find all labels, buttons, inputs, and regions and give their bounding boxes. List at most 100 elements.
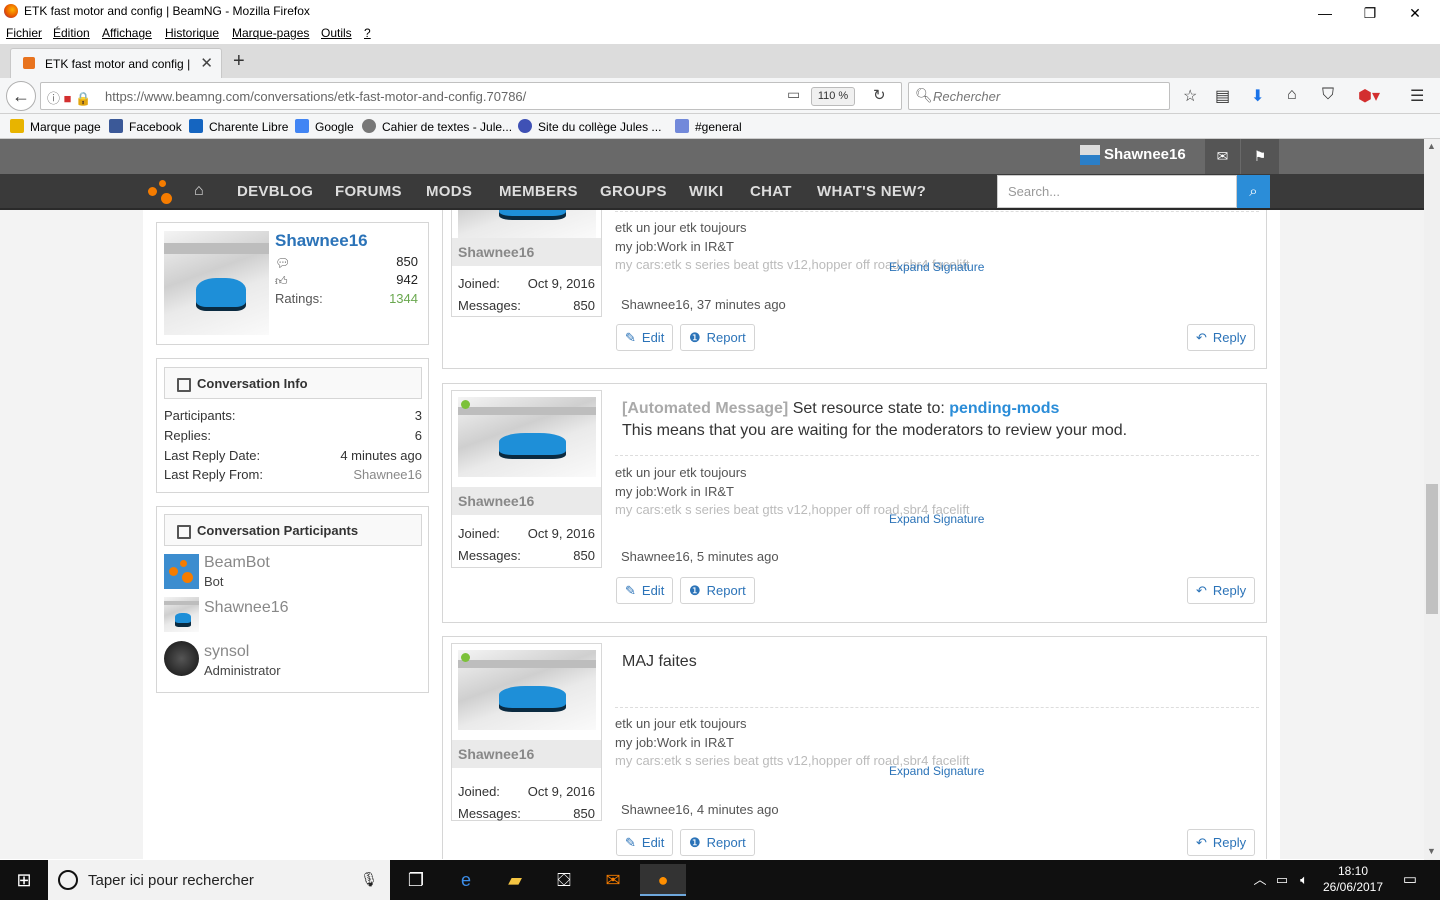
page-scrollbar[interactable]: ▲ ▼ — [1424, 139, 1440, 860]
message-meta[interactable]: Shawnee16, 4 minutes ago — [621, 802, 779, 817]
beambot-avatar[interactable] — [164, 554, 199, 589]
bookmark-cahier-de-textes[interactable]: Cahier de textes - Jule... — [362, 119, 512, 134]
last-reply-user-link[interactable]: Shawnee16 — [353, 467, 422, 482]
reply-button[interactable]: ↶ Reply — [1187, 829, 1256, 856]
report-button[interactable]: ❶ Report — [680, 829, 755, 856]
profile-avatar[interactable] — [164, 231, 269, 335]
mail-app-icon[interactable]: ✉ — [593, 864, 633, 896]
report-button[interactable]: ❶ Report — [680, 577, 755, 604]
menu-outils[interactable]: Outils — [321, 26, 352, 40]
menu-marque-pages[interactable]: Marque-pages — [232, 26, 309, 40]
reply-button[interactable]: ↶ Reply — [1187, 577, 1256, 604]
menu-edition[interactable]: Édition — [53, 26, 90, 40]
library-icon[interactable]: ▤ — [1215, 86, 1230, 106]
home-icon[interactable]: ⌂ — [1287, 86, 1297, 104]
pencil-icon: ✎ — [625, 835, 636, 850]
adblock-icon[interactable]: ⬢▾ — [1358, 86, 1380, 106]
participant-name[interactable]: synsol — [204, 643, 249, 661]
edit-button[interactable]: ✎ Edit — [616, 577, 674, 604]
reload-icon[interactable]: ↻ — [873, 86, 886, 104]
alerts-flag-icon[interactable]: ⚑ — [1241, 139, 1279, 174]
bookmark-star-icon[interactable]: ☆ — [1183, 86, 1197, 106]
url-bar[interactable]: ⓘ ■ 🔒 https://www.beamng.com/conversatio… — [40, 82, 902, 110]
message-avatar[interactable] — [458, 650, 596, 730]
site-search-button[interactable]: ⌕ — [1237, 175, 1270, 208]
task-view-icon[interactable]: ❐ — [396, 864, 436, 896]
back-button[interactable]: ← — [6, 81, 36, 111]
download-icon[interactable]: ⬇ — [1251, 86, 1264, 106]
message-avatar[interactable] — [458, 210, 596, 238]
hamburger-menu-icon[interactable]: ☰ — [1410, 86, 1424, 106]
home-icon[interactable]: ⌂ — [194, 182, 204, 200]
report-button[interactable]: ❶ Report — [680, 324, 755, 351]
scroll-up-icon[interactable]: ▲ — [1427, 141, 1436, 151]
reply-button[interactable]: ↶ Reply — [1187, 324, 1256, 351]
synsol-avatar[interactable] — [164, 641, 199, 676]
pocket-icon[interactable]: ⛉ — [1322, 86, 1334, 104]
edge-icon[interactable]: e — [446, 864, 486, 896]
shawnee16-avatar[interactable] — [164, 597, 199, 632]
maximize-button[interactable]: ❐ — [1347, 0, 1393, 23]
taskbar-clock[interactable]: 18:10 26/06/2017 — [1318, 863, 1388, 895]
bookmark-general[interactable]: #general — [675, 119, 742, 134]
menu-help[interactable]: ? — [364, 26, 371, 40]
file-explorer-icon[interactable]: ▰ — [495, 864, 535, 896]
nav-groups[interactable]: GROUPS — [600, 183, 667, 200]
beamng-logo[interactable] — [148, 180, 174, 204]
reader-view-icon[interactable]: ▭ — [787, 86, 800, 103]
store-icon[interactable]: ⛋ — [544, 864, 584, 896]
message-author[interactable]: Shawnee16 — [452, 487, 601, 515]
nav-mods[interactable]: MODS — [426, 183, 472, 200]
browser-search-field[interactable]: 🔍︎ Rechercher — [908, 82, 1170, 110]
windows-start-icon[interactable]: ⊞ — [0, 860, 48, 900]
minimize-button[interactable]: — — [1302, 0, 1348, 23]
menu-historique[interactable]: Historique — [165, 26, 219, 40]
site-identity-icon[interactable]: ⓘ ■ 🔒 — [47, 88, 91, 107]
expand-signature-link[interactable]: Expand Signature — [889, 764, 984, 778]
menu-fichier[interactable]: Fichier — [6, 26, 42, 40]
zoom-indicator[interactable]: 110 % — [811, 87, 855, 106]
tab-active[interactable]: ETK fast motor and config | ✕ — [10, 48, 222, 78]
bookmark-marque-page[interactable]: Marque page — [10, 119, 101, 134]
notifications-icon[interactable]: ▭ — [1390, 864, 1430, 896]
message-author[interactable]: Shawnee16 — [452, 740, 601, 768]
scrollbar-thumb[interactable] — [1426, 484, 1438, 614]
expand-signature-link[interactable]: Expand Signature — [889, 512, 984, 526]
participant-name[interactable]: BeamBot — [204, 554, 270, 572]
nav-devblog[interactable]: DEVBLOG — [237, 183, 313, 200]
message-avatar[interactable] — [458, 397, 596, 477]
bookmark-google[interactable]: Google — [295, 119, 354, 134]
message-author[interactable]: Shawnee16 — [452, 238, 601, 266]
account-link[interactable]: Shawnee16 — [1080, 145, 1186, 169]
bookmark-facebook[interactable]: Facebook — [109, 119, 182, 134]
scroll-down-icon[interactable]: ▼ — [1427, 846, 1436, 856]
nav-wiki[interactable]: WIKI — [689, 183, 724, 200]
bookmark-charente-libre[interactable]: Charente Libre — [189, 119, 288, 134]
nav-whats-new[interactable]: WHAT'S NEW? — [817, 183, 926, 200]
participant-name[interactable]: Shawnee16 — [204, 599, 289, 617]
tab-close-icon[interactable]: ✕ — [200, 54, 213, 72]
edit-button[interactable]: ✎ Edit — [616, 324, 674, 351]
info-icon: ❶ — [689, 330, 701, 345]
resource-state-link[interactable]: pending-mods — [949, 400, 1059, 417]
message-meta[interactable]: Shawnee16, 37 minutes ago — [621, 297, 786, 312]
url-text[interactable]: https://www.beamng.com/conversations/etk… — [105, 89, 526, 104]
joined-date: Oct 9, 2016 — [527, 276, 595, 291]
nav-members[interactable]: MEMBERS — [499, 183, 578, 200]
close-window-button[interactable]: ✕ — [1392, 0, 1438, 23]
nav-forums[interactable]: FORUMS — [335, 183, 402, 200]
edit-button[interactable]: ✎ Edit — [616, 829, 674, 856]
taskbar-search[interactable]: Taper ici pour rechercher 🎙︎ — [48, 860, 390, 900]
expand-signature-link[interactable]: Expand Signature — [889, 260, 984, 274]
menu-affichage[interactable]: Affichage — [102, 26, 152, 40]
message-meta[interactable]: Shawnee16, 5 minutes ago — [621, 549, 779, 564]
navigation-toolbar: ← ⓘ ■ 🔒 https://www.beamng.com/conversat… — [0, 78, 1440, 114]
bookmark-site-college[interactable]: Site du collège Jules ... — [518, 119, 661, 134]
profile-name[interactable]: Shawnee16 — [275, 231, 368, 251]
inbox-icon[interactable]: ✉ — [1205, 139, 1240, 174]
microphone-icon[interactable]: 🎙︎ — [360, 871, 378, 888]
site-search-input[interactable]: Search... — [997, 175, 1237, 208]
firefox-taskbar-icon[interactable]: ● — [640, 864, 686, 896]
nav-chat[interactable]: CHAT — [750, 183, 792, 200]
new-tab-button[interactable]: + — [233, 50, 245, 73]
